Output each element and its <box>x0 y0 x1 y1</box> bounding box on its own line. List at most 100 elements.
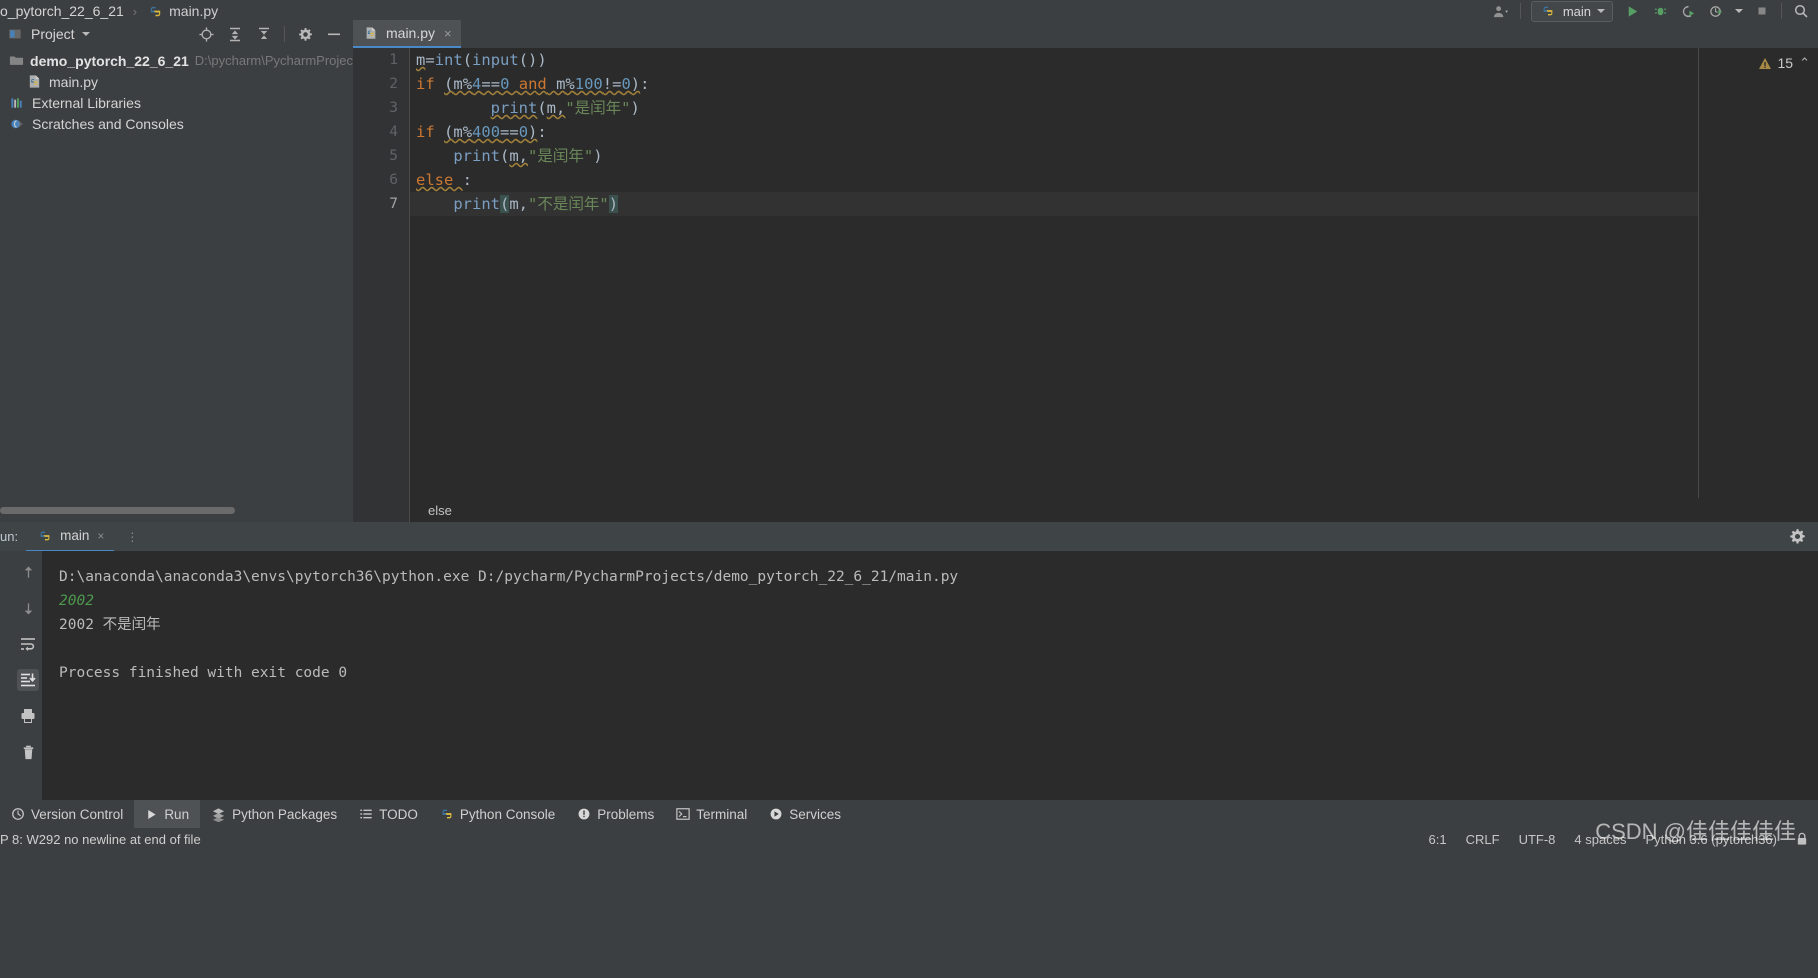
python-file-icon <box>362 24 380 42</box>
chevron-down-icon[interactable] <box>81 32 90 36</box>
project-panel-title: Project <box>31 26 75 42</box>
line-number: 6 <box>389 172 398 188</box>
code-lines[interactable]: m=int(input()) if (m%4==0 and m%100!=0):… <box>410 48 1699 522</box>
close-icon[interactable]: × <box>97 529 104 543</box>
caret-position[interactable]: 6:1 <box>1429 832 1447 847</box>
bottom-tab-python-packages[interactable]: Python Packages <box>200 800 348 828</box>
code-line-3[interactable]: print(m,"是闰年") <box>410 96 1699 120</box>
chevron-up-icon[interactable]: ⌃ <box>1799 55 1810 71</box>
run-tool-window: un: main × ⋮ D:\anaconda\anaconda3\envs\… <box>0 521 1818 814</box>
status-bar: P 8: W292 no newline at end of file 6:1 … <box>0 819 1818 978</box>
scroll-to-end-icon[interactable] <box>17 669 39 691</box>
packages-icon <box>211 807 226 822</box>
python-interpreter[interactable]: Python 3.6 (pytorch36) <box>1645 832 1777 847</box>
main-area: Project demo_pytorch_22_6_21 D:\pycharm\… <box>0 20 1818 522</box>
warning-icon <box>1758 57 1772 70</box>
bottom-tab-services[interactable]: Services <box>758 800 852 828</box>
hide-panel-icon[interactable] <box>325 25 343 43</box>
line-separator[interactable]: CRLF <box>1466 832 1500 847</box>
lock-icon[interactable] <box>1796 832 1808 846</box>
console-line-exit: Process finished with exit code 0 <box>59 665 348 681</box>
bottom-tab-label: Terminal <box>696 806 748 822</box>
bottom-tab-python-console[interactable]: Python Console <box>429 800 566 828</box>
bottom-tab-problems[interactable]: Problems <box>566 800 665 828</box>
run-tab-main[interactable]: main × <box>26 521 115 552</box>
run-settings-gear[interactable] <box>1789 528 1818 545</box>
code-line-4[interactable]: if (m%400==0): <box>410 120 1699 144</box>
run-console-body: D:\anaconda\anaconda3\envs\pytorch36\pyt… <box>0 551 1818 814</box>
trash-icon[interactable] <box>17 741 39 763</box>
console-output[interactable]: D:\anaconda\anaconda3\envs\pytorch36\pyt… <box>42 551 1818 814</box>
editor-tab-mainpy[interactable]: main.py × <box>353 20 461 48</box>
print-icon[interactable] <box>17 705 39 727</box>
tree-item-external-libraries[interactable]: External Libraries <box>0 92 353 113</box>
line-number: 7 <box>389 196 398 212</box>
run-configuration-selector[interactable]: main <box>1530 0 1613 22</box>
drag-handle-icon[interactable]: ⋮ <box>114 530 139 544</box>
collapse-all-icon[interactable] <box>255 25 273 43</box>
project-tool-window: Project demo_pytorch_22_6_21 D:\pycharm\… <box>0 22 353 522</box>
gear-icon[interactable] <box>296 25 314 43</box>
toolbar-actions: main <box>1492 0 1810 22</box>
editor-tab-bar: main.py × <box>353 20 1818 48</box>
code-line-6[interactable]: else : <box>410 168 1699 192</box>
breadcrumb: o_pytorch_22_6_21 › main.py <box>0 2 218 20</box>
line-number-gutter[interactable]: 1 2 3 4 5 6 7 <box>353 48 409 522</box>
code-line-7[interactable]: print(m,"不是闰年") <box>410 192 1699 216</box>
code-line-2[interactable]: if (m%4==0 and m%100!=0): <box>410 72 1699 96</box>
breadcrumb-file[interactable]: main.py <box>169 3 218 19</box>
bottom-tab-version-control[interactable]: Version Control <box>0 800 134 828</box>
down-arrow-icon[interactable] <box>17 597 39 619</box>
python-icon <box>36 527 54 545</box>
chevron-down-icon[interactable] <box>1735 9 1743 13</box>
toolbar-divider <box>1519 3 1521 19</box>
inspection-status[interactable]: 15 ⌃ <box>1758 55 1810 71</box>
warning-count: 15 <box>1777 55 1794 71</box>
breadcrumb-else[interactable]: else <box>420 503 460 518</box>
run-configuration-label: main <box>1562 3 1591 19</box>
tree-item-label: External Libraries <box>32 94 141 111</box>
search-icon[interactable] <box>1792 2 1810 20</box>
run-icon[interactable] <box>1623 2 1641 20</box>
run-icon <box>145 808 158 821</box>
console-line-input: 2002 <box>59 593 94 609</box>
tree-item-mainpy[interactable]: main.py <box>0 71 353 92</box>
status-message: P 8: W292 no newline at end of file <box>0 831 201 847</box>
profile-icon[interactable] <box>1707 2 1725 20</box>
bottom-tab-todo[interactable]: TODO <box>348 800 429 828</box>
code-line-1[interactable]: m=int(input()) <box>410 48 1699 72</box>
version-control-icon <box>11 807 25 821</box>
line-number: 4 <box>389 124 398 140</box>
user-avatar-icon[interactable] <box>1492 2 1510 20</box>
locate-icon[interactable] <box>197 25 215 43</box>
bottom-tab-label: Run <box>164 806 190 822</box>
breadcrumb-project[interactable]: o_pytorch_22_6_21 <box>0 3 124 19</box>
close-icon[interactable]: × <box>444 26 452 41</box>
project-panel-tools <box>197 25 347 43</box>
file-encoding[interactable]: UTF-8 <box>1519 832 1556 847</box>
soft-wrap-icon[interactable] <box>17 633 39 655</box>
tree-item-project[interactable]: demo_pytorch_22_6_21 D:\pycharm\PycharmP… <box>0 50 353 71</box>
run-tab-label: main <box>60 528 90 543</box>
expand-all-icon[interactable] <box>226 25 244 43</box>
tree-item-scratches[interactable]: Scratches and Consoles <box>0 113 353 134</box>
project-horizontal-scrollbar[interactable] <box>0 507 235 514</box>
panel-divider <box>284 26 285 42</box>
bottom-tab-label: Services <box>789 806 842 822</box>
code-line-5[interactable]: print(m,"是闰年") <box>410 144 1699 168</box>
debug-icon[interactable] <box>1651 2 1669 20</box>
stop-icon[interactable] <box>1753 2 1771 20</box>
editor-tab-label: main.py <box>386 25 436 41</box>
bottom-tab-run[interactable]: Run <box>134 800 201 828</box>
python-icon <box>440 807 454 821</box>
up-arrow-icon[interactable] <box>17 561 39 583</box>
tree-item-label: Scratches and Consoles <box>32 115 184 132</box>
run-left-strip <box>0 551 14 800</box>
bottom-tab-terminal[interactable]: Terminal <box>665 800 758 828</box>
line-number: 5 <box>389 148 398 164</box>
run-coverage-icon[interactable] <box>1679 2 1697 20</box>
indent-setting[interactable]: 4 spaces <box>1574 832 1626 847</box>
tree-item-label: demo_pytorch_22_6_21 <box>30 52 189 69</box>
bottom-tab-label: TODO <box>379 806 418 822</box>
